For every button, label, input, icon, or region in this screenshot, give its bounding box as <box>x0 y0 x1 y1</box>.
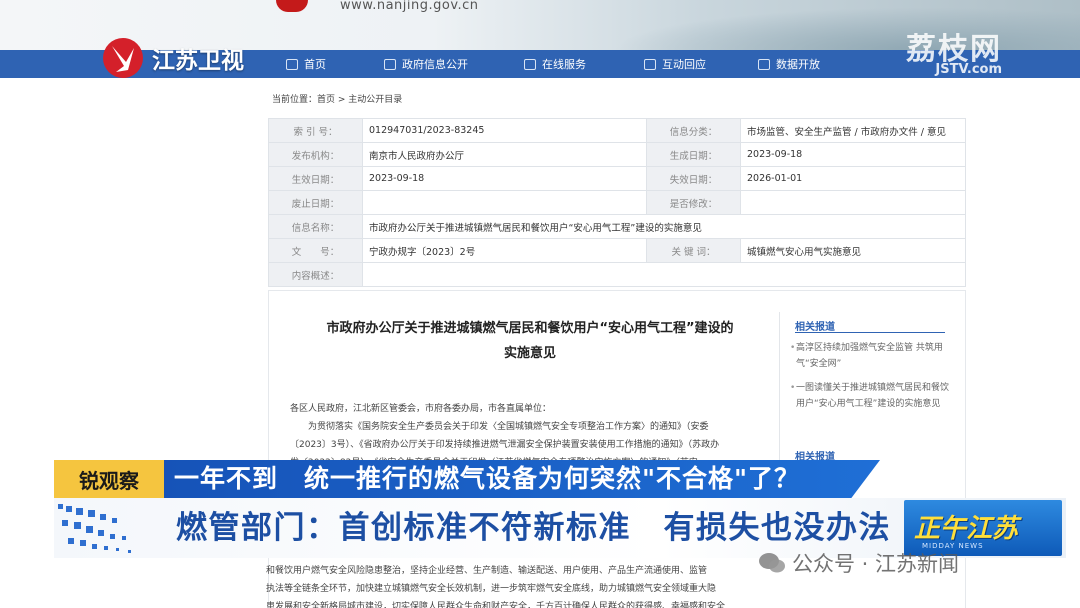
table-row: 生效日期： 2023-09-18 失效日期： 2026-01-01 <box>268 166 966 191</box>
info-key: 生成日期： <box>646 142 741 167</box>
table-row: 信息名称： 市政府办公厅关于推进城镇燃气居民和餐饮用户“安心用气工程”建设的实施… <box>268 214 966 239</box>
table-row: 索 引 号： 012947031/2023-83245 信息分类： 市场监管、安… <box>268 118 966 143</box>
related-rule <box>795 332 945 333</box>
document-body-continued: 和餐饮用户燃气安全风险隐患整治，坚持企业经营、生产制造、输送配送、用户使用、产品… <box>266 562 766 608</box>
info-key: 生效日期： <box>268 166 363 191</box>
document-title: 市政府办公厅关于推进城镇燃气居民和餐饮用户“安心用气工程”建设的 实施意见 <box>300 316 760 366</box>
service-icon <box>524 58 536 70</box>
table-row: 发布机构： 南京市人民政府办公厅 生成日期： 2023-09-18 <box>268 142 966 167</box>
info-key: 文 号： <box>268 238 363 263</box>
info-value: 2026-01-01 <box>740 166 966 191</box>
info-value: 城镇燃气安心用气实施意见 <box>740 238 966 263</box>
nav-item-online-service[interactable]: 在线服务 <box>524 50 586 78</box>
info-table: 索 引 号： 012947031/2023-83245 信息分类： 市场监管、安… <box>268 118 966 287</box>
nav-item-label: 政府信息公开 <box>402 58 468 71</box>
column-divider <box>779 312 780 462</box>
document-paragraph: 〔2023〕3号）、《省政府办公厅关于印发持续推进燃气泄漏安全保护装置安装使用工… <box>290 440 720 450</box>
litchi-watermark-sub: JSTV.com <box>935 62 1002 77</box>
info-key: 发布机构： <box>268 142 363 167</box>
nav-item-label: 互动回应 <box>662 58 706 71</box>
document-paragraph: 患发展和安全新格局城市建设，切实保障人民群众生命和财产安全，千方百计确保人民群众… <box>266 602 726 608</box>
data-icon <box>758 58 770 70</box>
info-value: 012947031/2023-83245 <box>362 118 647 143</box>
info-name-value: 市政府办公厅关于推进城镇燃气居民和餐饮用户“安心用气工程”建设的实施意见 <box>362 214 966 239</box>
info-key: 废止日期： <box>268 190 363 215</box>
nav-item-label: 数据开放 <box>776 58 820 71</box>
info-key: 是否修改： <box>646 190 741 215</box>
document-salutation: 各区人民政府，江北新区管委会，市府各委办局，市各直属单位： <box>290 404 552 414</box>
dot-pattern-icon <box>58 504 131 553</box>
site-url[interactable]: www.nanjing.gov.cn <box>340 0 479 13</box>
info-value <box>740 190 966 215</box>
banner-landscape <box>560 0 1080 50</box>
info-value <box>362 190 647 215</box>
info-key: 失效日期： <box>646 166 741 191</box>
breadcrumb: 当前位置：首页 > 主动公开目录 <box>272 95 403 105</box>
document-icon <box>384 58 396 70</box>
info-value: 南京市人民政府办公厅 <box>362 142 647 167</box>
nav-item-label: 首页 <box>304 58 326 71</box>
nav-item-home[interactable]: 首页 <box>286 50 326 78</box>
nav-item-interaction[interactable]: 互动回应 <box>644 50 706 78</box>
broadcaster-logo: 江苏卫视 <box>98 36 268 80</box>
program-logo-text: 正午江苏 <box>914 514 1019 544</box>
related-link[interactable]: 一图读懂关于推进城镇燃气居民和餐饮用户“安心用气工程”建设的实施意见 <box>790 380 956 412</box>
home-icon <box>286 58 298 70</box>
info-value: 2023-09-18 <box>740 142 966 167</box>
info-value <box>362 262 966 287</box>
info-value: 2023-09-18 <box>362 166 647 191</box>
info-value: 市场监管、安全生产监管 / 市政府办文件 / 意见 <box>740 118 966 143</box>
document-title-line: 实施意见 <box>503 346 556 361</box>
info-value: 宁政办规字〔2023〕2号 <box>362 238 647 263</box>
related-link[interactable]: 高淳区持续加强燃气安全监管 共筑用气“安全网” <box>790 340 956 372</box>
document-title-line: 市政府办公厅关于推进城镇燃气居民和餐饮用户“安心用气工程”建设的 <box>326 321 734 336</box>
info-key: 信息名称： <box>268 214 363 239</box>
document-paragraph: 为贯彻落实《国务院安全生产委员会关于印发〈全国城镇燃气安全专项整治工作方案〉的通… <box>308 422 709 432</box>
document-paragraph: 和餐饮用户燃气安全风险隐患整治，坚持企业经营、生产制造、输送配送、用户使用、产品… <box>266 566 708 576</box>
broadcaster-name: 江苏卫视 <box>152 48 244 74</box>
table-row: 内容概述： <box>268 262 966 287</box>
related-heading: 相关报道 <box>795 322 835 333</box>
jstv-logo-icon <box>103 38 143 78</box>
segment-tag: 锐观察 <box>54 460 164 498</box>
nav-item-label: 在线服务 <box>542 58 586 71</box>
info-key: 关 键 词： <box>646 238 741 263</box>
wechat-watermark: 公众号 · 江苏新闻 <box>758 548 959 578</box>
headline-text: 一年不到 统一推行的燃气设备为何突然"不合格"了？ <box>174 464 801 493</box>
chat-icon <box>644 58 656 70</box>
table-row: 废止日期： 是否修改： <box>268 190 966 215</box>
table-row: 文 号： 宁政办规字〔2023〕2号 关 键 词： 城镇燃气安心用气实施意见 <box>268 238 966 263</box>
wechat-icon <box>759 553 785 573</box>
wechat-watermark-text: 公众号 · 江苏新闻 <box>792 552 960 576</box>
info-key: 内容概述： <box>268 262 363 287</box>
nav-item-info-disclosure[interactable]: 政府信息公开 <box>384 50 468 78</box>
nav-item-open-data[interactable]: 数据开放 <box>758 50 820 78</box>
document-paragraph: 执法等全链条全环节，加快建立城镇燃气安全长效机制，进一步筑牢燃气安全底线，助力城… <box>266 584 717 594</box>
info-key: 信息分类： <box>646 118 741 143</box>
info-key: 索 引 号： <box>268 118 363 143</box>
national-emblem-icon <box>276 0 308 12</box>
